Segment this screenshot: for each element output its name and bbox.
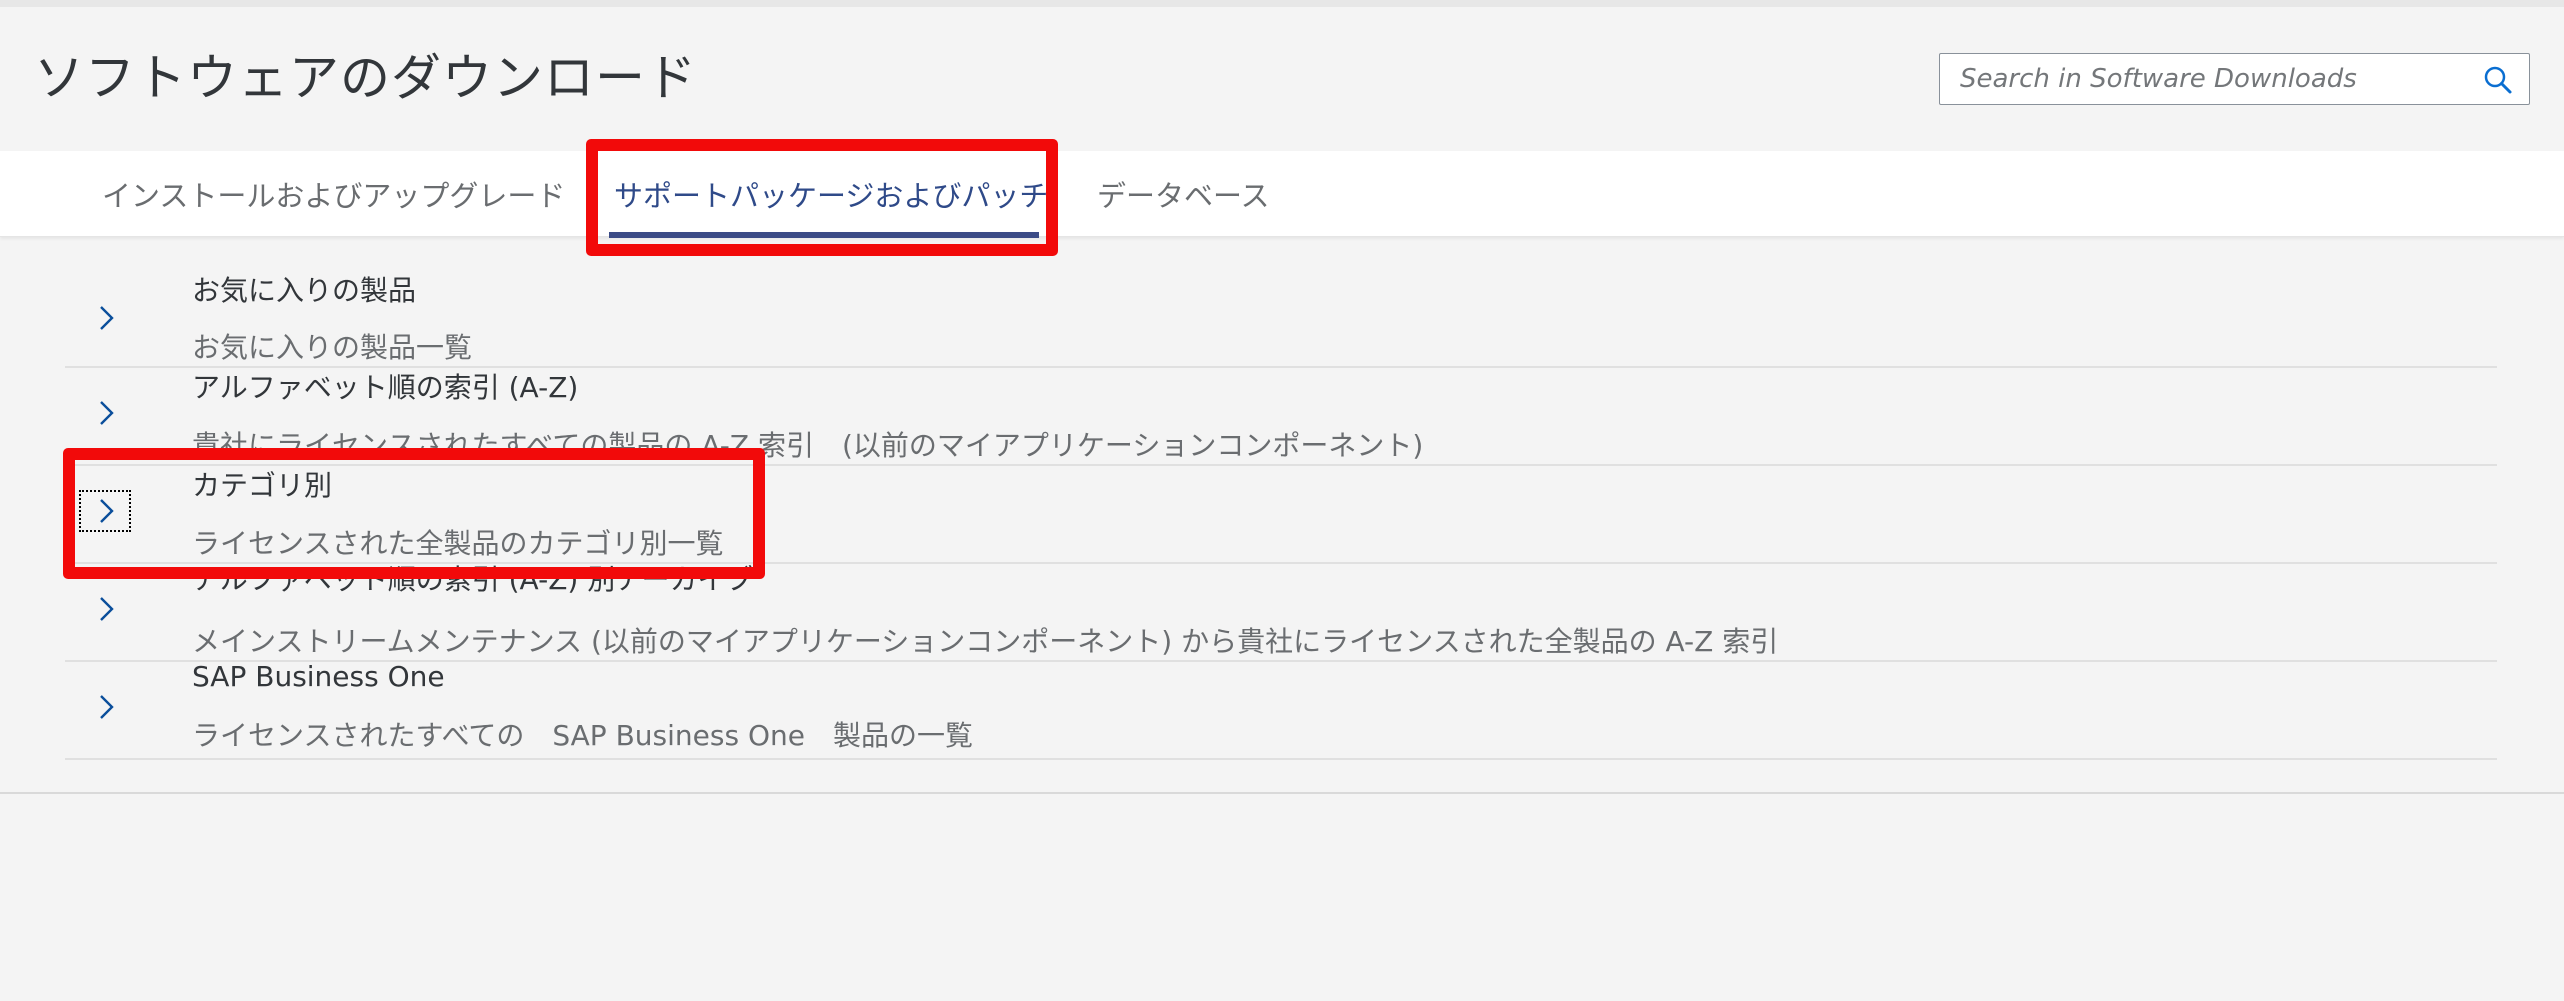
list-item-title: SAP Business One	[192, 660, 445, 693]
search-box[interactable]	[1939, 53, 2530, 105]
download-category-list: お気に入りの製品 お気に入りの製品一覧 アルファベット順の索引 (A-Z) 貴社…	[65, 247, 2497, 760]
list-item-by-category[interactable]: カテゴリ別 ライセンスされた全製品のカテゴリ別一覧	[65, 466, 2497, 564]
list-item-description: ライセンスされたすべての SAP Business One 製品の一覧	[192, 719, 973, 752]
chevron-right-icon[interactable]	[93, 692, 119, 722]
tab-database[interactable]: データベース	[1097, 151, 1270, 237]
tab-bar: インストールおよびアップグレード サポートパッケージおよびパッチ データベース	[0, 151, 2564, 237]
list-item-description: お気に入りの製品一覧	[192, 331, 473, 364]
list-item-description: 貴社にライセンスされたすべての製品の A-Z 索引 (以前のマイアプリケーション…	[192, 429, 1424, 462]
tab-label: インストールおよびアップグレード	[102, 179, 566, 213]
top-strip	[0, 0, 2564, 7]
chevron-right-icon[interactable]	[93, 303, 119, 333]
list-item-title: アルファベット順の索引 (A-Z) 別アーカイブ	[192, 563, 754, 596]
chevron-right-icon[interactable]	[93, 594, 119, 624]
tab-install-upgrade[interactable]: インストールおよびアップグレード	[102, 151, 565, 237]
list-item-description: メインストリームメンテナンス (以前のマイアプリケーションコンポーネント) から…	[192, 625, 1779, 658]
content-bottom-divider	[0, 792, 2564, 794]
list-item-alphabetical-index[interactable]: アルファベット順の索引 (A-Z) 貴社にライセンスされたすべての製品の A-Z…	[65, 368, 2497, 466]
tab-label: サポートパッケージおよびパッチ	[614, 179, 1049, 213]
active-tab-indicator	[609, 232, 1039, 238]
chevron-right-icon[interactable]	[93, 398, 119, 428]
list-item-title: カテゴリ別	[192, 469, 333, 502]
search-input[interactable]	[1960, 54, 2460, 104]
list-item-sap-business-one[interactable]: SAP Business One ライセンスされたすべての SAP Busine…	[65, 660, 2497, 760]
list-item-description: ライセンスされた全製品のカテゴリ別一覧	[192, 527, 724, 560]
list-item-favorites[interactable]: お気に入りの製品 お気に入りの製品一覧	[65, 247, 2497, 368]
list-item-title: お気に入りの製品	[192, 274, 417, 307]
list-item-title: アルファベット順の索引 (A-Z)	[192, 371, 579, 404]
search-icon[interactable]	[2483, 65, 2513, 95]
tab-label: データベース	[1097, 179, 1270, 213]
page-title: ソフトウェアのダウンロード	[34, 49, 697, 107]
chevron-right-icon[interactable]	[93, 496, 119, 526]
list-item-archive-index[interactable]: アルファベット順の索引 (A-Z) 別アーカイブ メインストリームメンテナンス …	[65, 563, 2497, 662]
tab-support-packages-patches[interactable]: サポートパッケージおよびパッチ	[614, 151, 1048, 237]
